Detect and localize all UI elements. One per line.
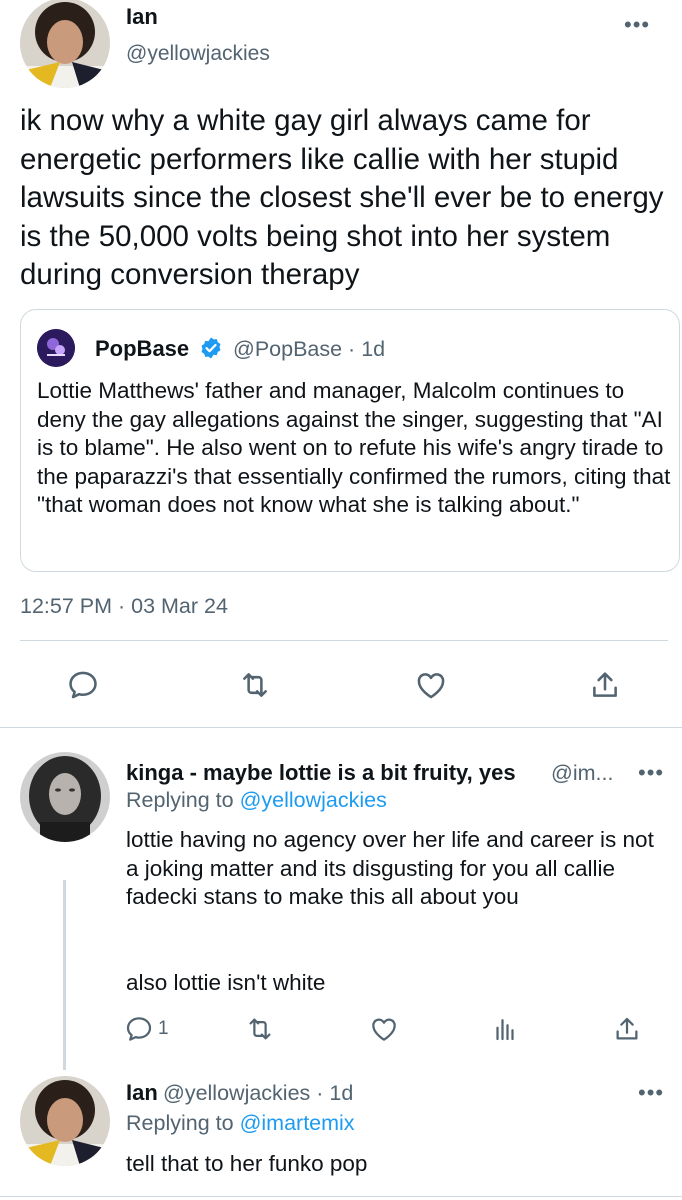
tweet-text: ik now why a white gay girl always came … (20, 104, 664, 291)
tweet-thread-page: Ian @yellowjackies ••• ik now why a whit… (0, 0, 682, 1200)
more-options-button[interactable]: ••• (638, 1082, 664, 1104)
reply-text: tell that to her funko pop (126, 1151, 368, 1176)
replying-to: Replying to @imartemix (126, 1111, 355, 1136)
author-display-name[interactable]: Ian (126, 4, 158, 30)
quoted-handle[interactable]: @PopBase · 1d (233, 337, 385, 362)
quoted-tweet-card[interactable]: PopBase @PopBase · 1d Lottie Matthews' f… (20, 309, 680, 572)
replying-to-prefix: Replying to (126, 1111, 234, 1135)
reply-icon[interactable] (124, 1014, 154, 1044)
share-icon[interactable] (612, 1014, 642, 1044)
quoted-display-name[interactable]: PopBase (95, 336, 189, 362)
retweet-icon[interactable] (245, 1014, 275, 1044)
reply-icon[interactable] (66, 668, 100, 702)
reply-text-second-paragraph: also lottie isn't white (126, 970, 326, 995)
avatar-kinga[interactable] (20, 752, 110, 842)
avatar-ian[interactable] (20, 1076, 110, 1166)
divider (0, 727, 682, 728)
avatar-ian[interactable] (20, 0, 110, 88)
thread-connector-line (63, 880, 66, 1070)
verified-badge-icon (199, 336, 223, 360)
reply-handle[interactable]: @yellowjackies · 1d (163, 1081, 353, 1106)
quoted-tweet-text: Lottie Matthews' father and manager, Mal… (37, 378, 671, 518)
more-options-button[interactable]: ••• (638, 762, 664, 784)
divider (0, 1196, 682, 1197)
replying-to-link[interactable]: @yellowjackies (240, 788, 387, 812)
reply-handle[interactable]: @im... (551, 761, 613, 786)
divider (20, 640, 668, 641)
popbase-avatar[interactable] (37, 329, 75, 367)
reply-count: 1 (158, 1018, 169, 1039)
like-icon[interactable] (369, 1014, 399, 1044)
replying-to-prefix: Replying to (126, 788, 234, 812)
replying-to: Replying to @yellowjackies (126, 788, 387, 813)
share-icon[interactable] (588, 668, 622, 702)
more-options-button[interactable]: ••• (624, 14, 650, 36)
reply-display-name[interactable]: kinga - maybe lottie is a bit fruity, ye… (126, 760, 516, 786)
retweet-icon[interactable] (238, 668, 272, 702)
author-handle[interactable]: @yellowjackies (126, 42, 270, 66)
like-icon[interactable] (414, 668, 448, 702)
analytics-icon[interactable] (490, 1014, 520, 1044)
replying-to-link[interactable]: @imartemix (240, 1111, 355, 1135)
tweet-timestamp[interactable]: 12:57 PM · 03 Mar 24 (20, 594, 228, 619)
reply-display-name[interactable]: Ian (126, 1080, 158, 1106)
reply-text: lottie having no agency over her life an… (126, 827, 654, 910)
